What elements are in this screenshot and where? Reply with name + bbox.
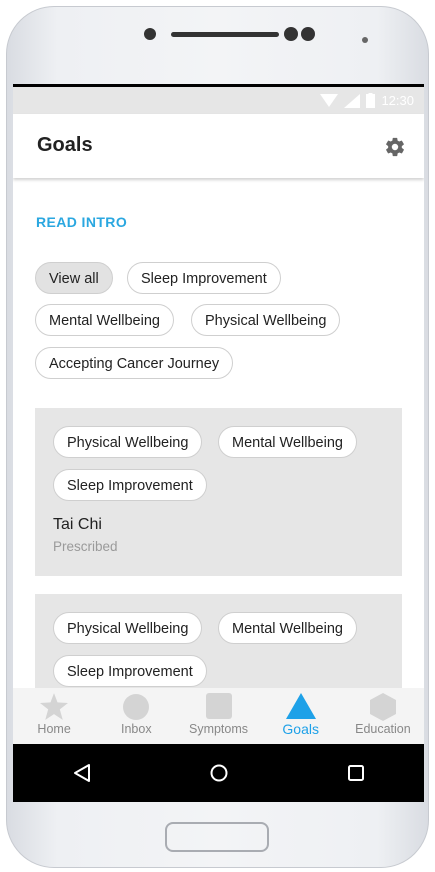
system-nav-bar	[13, 744, 424, 802]
filter-chip-view-all[interactable]: View all	[35, 262, 113, 294]
nav-item-inbox[interactable]: Inbox	[95, 688, 177, 744]
nav-label-goals: Goals	[282, 721, 319, 737]
status-time: 12:30	[381, 93, 414, 108]
card-tag-physical-wellbeing: Physical Wellbeing	[53, 426, 203, 458]
hexagon-icon	[369, 693, 396, 721]
hardware-home-button[interactable]	[165, 822, 269, 852]
nav-item-education[interactable]: Education	[342, 688, 424, 744]
square-icon	[205, 693, 232, 719]
nav-item-symptoms[interactable]: Symptoms	[177, 688, 259, 744]
page-title: Goals	[37, 134, 93, 156]
home-icon[interactable]	[209, 763, 229, 783]
recents-icon[interactable]	[346, 763, 366, 783]
card-tag-sleep-improvement: Sleep Improvement	[53, 655, 207, 687]
filter-chip-accepting-cancer-journey[interactable]: Accepting Cancer Journey	[35, 347, 234, 379]
filter-chip-mental-wellbeing[interactable]: Mental Wellbeing	[35, 304, 174, 336]
nav-label-inbox: Inbox	[121, 722, 152, 736]
nav-label-symptoms: Symptoms	[188, 722, 249, 736]
speaker-grille	[171, 32, 279, 37]
proximity-dot	[362, 37, 368, 43]
circle-icon	[123, 694, 150, 720]
read-intro-link[interactable]: READ INTRO	[36, 214, 127, 230]
status-bar: 12:30	[13, 87, 424, 114]
card-tag-mental-wellbeing: Mental Wellbeing	[218, 612, 357, 644]
goal-card[interactable]: Physical Wellbeing Mental Wellbeing Slee…	[35, 408, 402, 576]
filter-chip-sleep-improvement[interactable]: Sleep Improvement	[127, 262, 281, 294]
bottom-nav: Home Inbox Symptoms Goals Education	[13, 688, 424, 744]
nav-item-home[interactable]: Home	[13, 688, 95, 744]
card-tag-mental-wellbeing: Mental Wellbeing	[218, 426, 357, 458]
wifi-icon	[320, 93, 339, 107]
signal-icon	[344, 93, 361, 108]
nav-label-education: Education	[355, 722, 411, 736]
card-tag-sleep-improvement: Sleep Improvement	[53, 469, 207, 501]
nav-item-goals[interactable]: Goals	[260, 688, 342, 744]
back-icon[interactable]	[72, 763, 92, 783]
goals-content[interactable]: READ INTRO View all Sleep Improvement Me…	[13, 178, 424, 688]
sensor-dot-1	[284, 27, 298, 41]
star-icon	[40, 693, 69, 720]
triangle-icon	[285, 693, 316, 719]
filter-chip-physical-wellbeing[interactable]: Physical Wellbeing	[191, 304, 341, 336]
goal-title: Tai Chi	[53, 516, 102, 533]
app-bar: Goals	[13, 114, 424, 178]
goal-card[interactable]: Physical Wellbeing Mental Wellbeing Slee…	[35, 594, 402, 688]
gear-icon[interactable]	[384, 136, 406, 158]
card-tag-physical-wellbeing: Physical Wellbeing	[53, 612, 203, 644]
battery-icon	[366, 93, 376, 108]
sensor-dot-2	[301, 27, 315, 41]
goal-status: Prescribed	[53, 539, 118, 554]
nav-label-home: Home	[37, 722, 71, 736]
camera-dot	[144, 28, 156, 40]
device-screen: 12:30 Goals READ INTRO View all Sleep Im…	[13, 84, 424, 802]
